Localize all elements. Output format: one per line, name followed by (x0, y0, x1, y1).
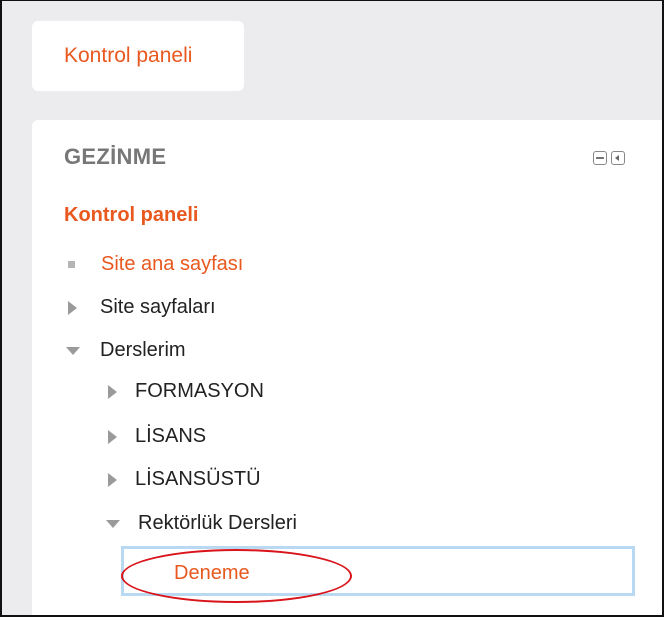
nav-item-lisansustu[interactable]: LİSANSÜSTÜ (108, 468, 261, 491)
block-controls (593, 151, 625, 165)
nav-item-label: FORMASYON (135, 380, 264, 402)
collapsed-arrow-icon[interactable] (108, 472, 117, 487)
expanded-arrow-icon[interactable] (66, 346, 80, 355)
breadcrumb-dashboard-link[interactable]: Kontrol paneli (32, 21, 244, 91)
nav-item-site-home[interactable]: Site ana sayfası (68, 253, 243, 276)
collapsed-arrow-icon[interactable] (108, 429, 117, 444)
nav-item-lisans[interactable]: LİSANS (108, 425, 206, 448)
nav-root-dashboard[interactable]: Kontrol paneli (64, 204, 198, 227)
nav-item-label: LİSANS (135, 425, 207, 447)
navigation-block: GEZİNME Kontrol paneli (32, 120, 664, 617)
bullet-icon (68, 261, 75, 268)
nav-item-active-label: Deneme (174, 562, 250, 584)
collapsed-arrow-icon[interactable] (68, 300, 77, 315)
dock-block-icon[interactable] (611, 151, 625, 165)
nav-item-my-courses[interactable]: Derslerim (66, 339, 186, 362)
nav-item-label: Derslerim (100, 339, 186, 361)
nav-item-formasyon[interactable]: FORMASYON (108, 380, 264, 403)
nav-item-label: Site ana sayfası (101, 253, 244, 275)
collapsed-arrow-icon[interactable] (108, 384, 117, 399)
breadcrumb-label: Kontrol paneli (64, 44, 193, 67)
nav-item-rektorluk-dersleri[interactable]: Rektörlük Dersleri (106, 512, 297, 535)
nav-item-label: LİSANSÜSTÜ (135, 468, 261, 490)
minimize-block-icon[interactable] (593, 151, 607, 165)
nav-item-label: Site sayfaları (100, 296, 216, 318)
expanded-arrow-icon[interactable] (106, 519, 120, 528)
nav-item-label: Rektörlük Dersleri (138, 512, 297, 534)
nav-item-site-pages[interactable]: Site sayfaları (68, 296, 216, 319)
block-title: GEZİNME (64, 144, 167, 169)
